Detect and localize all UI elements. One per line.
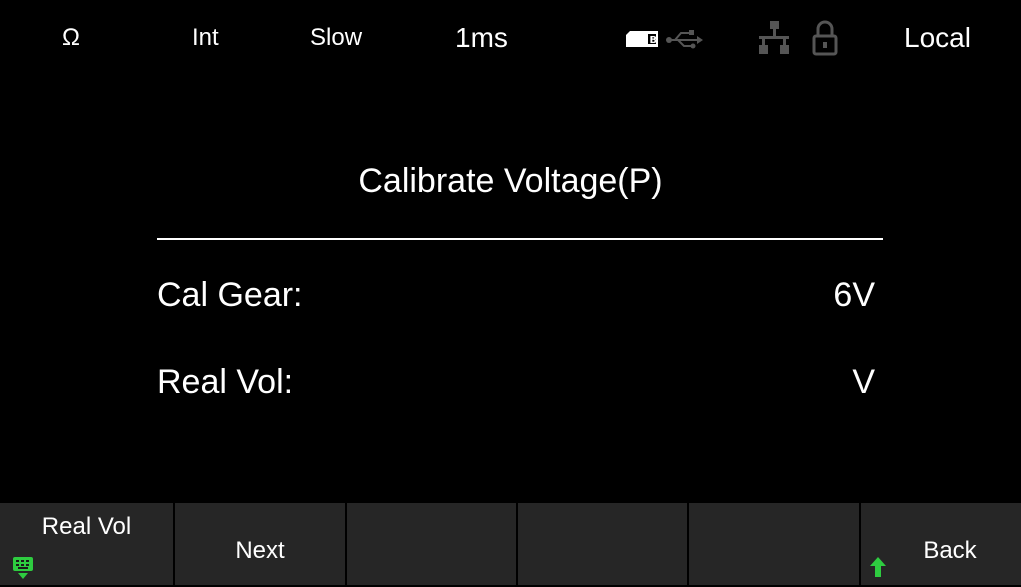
lock-icon [812,20,838,61]
real-vol-value[interactable]: V [852,363,875,402]
remote-state-indicator: Local [904,22,971,53]
softkey-real-vol-label: Real Vol [41,513,132,540]
svg-text:B: B [650,35,658,46]
title-divider [157,238,883,240]
softkey-back[interactable]: Back [861,503,1021,585]
page-title: Calibrate Voltage(P) [358,162,663,200]
cal-gear-value: 6V [833,276,875,314]
keypad-icon [12,556,34,587]
network-icon [759,21,789,60]
softkey-next-label: Next [235,537,285,564]
time-indicator: 1ms [455,22,508,53]
softkey-back-label: Back [923,537,977,564]
softkey-5[interactable] [689,503,861,585]
measure-mode-indicator: Ω [62,24,80,51]
softkey-3[interactable] [347,503,518,585]
trigger-indicator: Int [192,24,219,51]
cal-gear-label: Cal Gear: [157,276,303,314]
memory-card-icon: B [624,30,660,53]
softkey-bar: Real Vol Next Back [0,503,1021,585]
speed-indicator: Slow [310,24,363,51]
real-vol-label: Real Vol: [157,363,294,401]
usb-icon [665,29,703,56]
status-bar: Ω Int Slow 1ms B Local [0,0,1021,80]
softkey-4[interactable] [518,503,689,585]
softkey-next[interactable]: Next [175,503,347,585]
softkey-real-vol[interactable]: Real Vol [0,503,175,585]
